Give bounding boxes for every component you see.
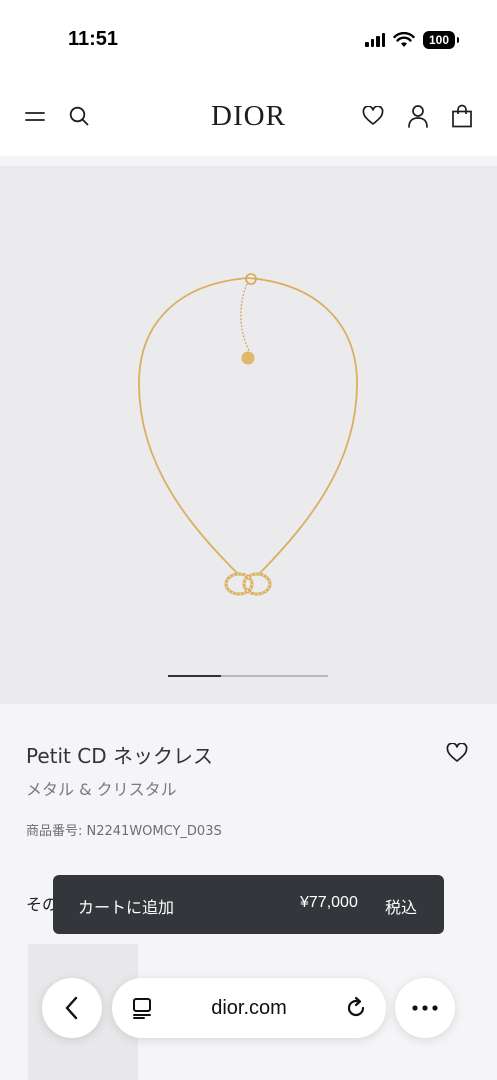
site-header: DIOR [0, 76, 497, 156]
more-options-button[interactable] [395, 978, 455, 1038]
wifi-icon [393, 32, 415, 47]
back-button[interactable] [42, 978, 102, 1038]
status-icons: 100 [365, 30, 459, 50]
product-code: 商品番号: N2241WOMCY_D03S [26, 824, 222, 839]
tax-label: 税込 [385, 898, 418, 917]
add-to-cart-label: カートに追加 [78, 898, 175, 917]
product-name: Petit CD ネックレス [26, 744, 213, 768]
account-icon[interactable] [404, 102, 432, 130]
battery-indicator: 100 [423, 31, 459, 49]
image-carousel-indicator-fill [168, 675, 221, 677]
status-bar: 11:51 100 [0, 0, 497, 76]
wishlist-heart-icon[interactable] [444, 740, 470, 766]
product-subtitle: メタル & クリスタル [26, 780, 177, 799]
product-image-gallery[interactable] [0, 166, 497, 704]
necklace-image [138, 273, 358, 596]
address-bar[interactable]: dior.com [112, 978, 386, 1038]
heart-icon[interactable] [359, 102, 387, 130]
reload-icon[interactable] [344, 996, 368, 1020]
browser-toolbar: dior.com [0, 964, 497, 1080]
add-to-cart-button[interactable]: カートに追加 ¥77,000 税込 [53, 875, 444, 934]
price: ¥77,000 [300, 894, 358, 911]
image-carousel-indicator [168, 675, 328, 677]
more-icon [412, 1005, 438, 1011]
page: 11:51 100 DIOR Petit CD ネックレス メタル & クリスタ… [0, 0, 497, 1080]
signal-icon [365, 33, 385, 47]
shopping-bag-icon[interactable] [448, 102, 476, 130]
chevron-left-icon [65, 996, 78, 1020]
status-time: 11:51 [68, 28, 119, 50]
